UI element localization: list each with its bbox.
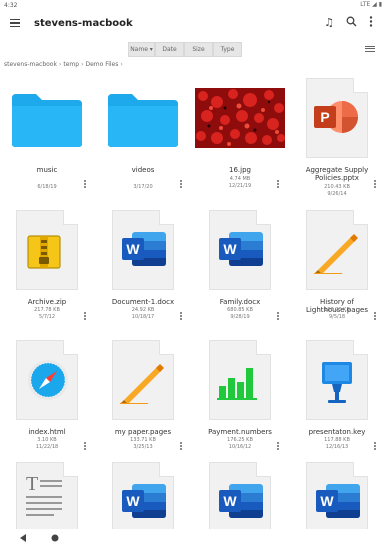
- file-more-icon[interactable]: [374, 442, 378, 452]
- file-date: 12/16/13: [325, 444, 349, 450]
- breadcrumb: stevens-macbook › temp › Demo Files ›: [4, 61, 123, 68]
- file-date: 9/28/19: [230, 314, 250, 320]
- file-date: 10/16/12: [228, 444, 252, 450]
- powerpoint-file-icon: P: [290, 70, 384, 160]
- file-name: Family.docx: [219, 298, 261, 306]
- svg-text:W: W: [223, 493, 237, 509]
- search-icon[interactable]: [344, 16, 358, 30]
- sort-date-button[interactable]: Date: [155, 42, 184, 57]
- svg-text:W: W: [320, 493, 334, 509]
- music-note-icon[interactable]: ♫: [322, 16, 336, 30]
- file-date: 3/17/20: [133, 184, 153, 190]
- file-name: Archive.zip: [27, 298, 67, 306]
- safari-file-icon: [0, 332, 94, 422]
- file-more-icon[interactable]: [277, 312, 281, 322]
- file-name: 16.jpg: [229, 166, 251, 174]
- numbers-file-icon: [193, 332, 287, 422]
- file-more-icon[interactable]: [84, 442, 88, 452]
- back-icon[interactable]: [18, 533, 28, 543]
- file-size: 24.92 KB: [131, 307, 155, 313]
- sort-name-button[interactable]: Name ▾: [128, 42, 155, 57]
- status-bar: 4:32 LTE ◢ ▮: [0, 0, 386, 11]
- word-file-icon: W: [193, 202, 287, 292]
- svg-text:W: W: [126, 493, 140, 509]
- sort-type-button[interactable]: Type: [213, 42, 242, 57]
- file-size: 133.71 KB: [130, 437, 156, 443]
- svg-text:P: P: [320, 109, 329, 125]
- svg-text:W: W: [126, 241, 140, 257]
- file-date: 12/21/19: [228, 183, 252, 189]
- breadcrumb-item-temp[interactable]: temp: [63, 61, 79, 68]
- file-size: 680.85 KB: [227, 307, 253, 313]
- file-date: 6/18/19: [37, 184, 57, 190]
- file-more-icon[interactable]: [180, 312, 184, 322]
- status-time: 4:32: [4, 2, 18, 9]
- file-more-icon[interactable]: [84, 180, 88, 190]
- file-name: Document-1.docx: [111, 298, 175, 306]
- sort-size-button[interactable]: Size: [184, 42, 213, 57]
- file-name: Payment.numbers: [208, 428, 272, 436]
- pages-file-icon: [96, 332, 190, 422]
- breadcrumb-item-root[interactable]: stevens-macbook: [4, 61, 57, 68]
- zip-file-icon: [0, 202, 94, 292]
- svg-text:T: T: [26, 473, 38, 495]
- file-more-icon[interactable]: [180, 180, 184, 190]
- file-more-icon[interactable]: [180, 442, 184, 452]
- file-size: 3.10 KB: [37, 437, 57, 443]
- file-date: 9/5/18: [328, 314, 346, 320]
- status-indicators: LTE ◢ ▮: [360, 1, 382, 8]
- file-more-icon[interactable]: [374, 180, 378, 190]
- file-date: 5/7/12: [38, 314, 56, 320]
- file-name: presentaton.key: [308, 428, 366, 436]
- file-size: 217.78 KB: [34, 307, 60, 313]
- file-date: 10/18/17: [131, 314, 155, 320]
- home-icon[interactable]: [50, 533, 60, 543]
- file-name: Aggregate Supply Policies.pptx: [305, 166, 369, 182]
- keynote-file-icon: [290, 332, 384, 422]
- system-nav-bar: [0, 529, 386, 549]
- file-more-icon[interactable]: [84, 312, 88, 322]
- file-size: 210.43 KB: [324, 184, 350, 190]
- file-more-icon[interactable]: [374, 312, 378, 322]
- breadcrumb-item-demo-files[interactable]: Demo Files: [85, 61, 118, 68]
- folder-icon: [0, 70, 94, 160]
- file-size: 188.20 KB: [324, 307, 350, 313]
- list-view-icon[interactable]: [365, 44, 375, 54]
- file-date: 3/25/13: [133, 444, 153, 450]
- image-thumbnail: [193, 70, 287, 160]
- file-size: 176.25 KB: [227, 437, 253, 443]
- svg-text:W: W: [223, 241, 237, 257]
- file-name: videos: [131, 166, 155, 174]
- more-vert-icon[interactable]: [364, 16, 378, 30]
- file-more-icon[interactable]: [277, 180, 281, 190]
- file-date: 9/26/14: [327, 191, 347, 197]
- sort-name-label: Name: [130, 46, 148, 53]
- file-name: index.html: [28, 428, 66, 436]
- sort-bar: Name ▾ Date Size Type: [128, 42, 242, 57]
- file-name: my paper.pages: [114, 428, 172, 436]
- file-date: 11/22/18: [35, 444, 59, 450]
- file-size: 117.88 KB: [324, 437, 350, 443]
- file-name: music: [36, 166, 58, 174]
- file-more-icon[interactable]: [277, 442, 281, 452]
- word-file-icon: W: [96, 202, 190, 292]
- page-title: stevens-macbook: [34, 18, 133, 29]
- folder-icon: [96, 70, 190, 160]
- file-size: 4.74 MB: [229, 176, 251, 182]
- menu-icon[interactable]: [10, 17, 22, 29]
- pages-file-icon: [290, 202, 384, 292]
- app-bar: stevens-macbook ♫: [0, 11, 386, 37]
